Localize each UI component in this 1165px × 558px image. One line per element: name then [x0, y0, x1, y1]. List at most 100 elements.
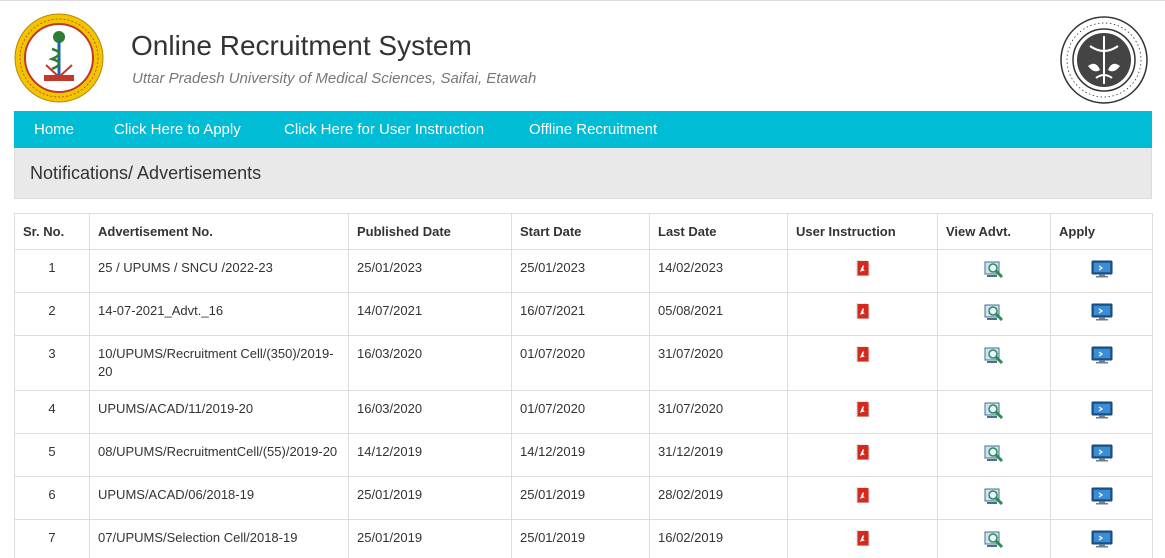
pdf-icon[interactable] [856, 487, 870, 503]
cell-apply [1050, 519, 1153, 558]
apply-monitor-icon[interactable] [1091, 401, 1113, 419]
notifications-panel-heading: Notifications/ Advertisements [14, 148, 1152, 199]
cell-sr-no: 5 [14, 433, 90, 477]
header-published-date: Published Date [348, 213, 512, 250]
nav-home[interactable]: Home [34, 111, 74, 148]
apply-monitor-icon[interactable] [1091, 346, 1113, 364]
cell-user-instruction [787, 476, 938, 520]
view-advt-icon[interactable] [984, 488, 1004, 506]
cell-advertisement-no: 08/UPUMS/RecruitmentCell/(55)/2019-20 [89, 433, 349, 477]
view-advt-icon[interactable] [984, 402, 1004, 420]
cell-last-date: 31/07/2020 [649, 335, 788, 391]
cell-sr-no: 6 [14, 476, 90, 520]
nav-user-instruction[interactable]: Click Here for User Instruction [284, 111, 484, 148]
nav-apply[interactable]: Click Here to Apply [114, 111, 241, 148]
cell-sr-no: 4 [14, 390, 90, 434]
cell-published-date: 14/07/2021 [348, 292, 512, 336]
cell-published-date: 16/03/2020 [348, 335, 512, 391]
table-row: 1 25 / UPUMS / SNCU /2022-23 25/01/2023 25/… [14, 249, 1153, 293]
header-last-date: Last Date [649, 213, 788, 250]
header-advertisement-no: Advertisement No. [89, 213, 349, 250]
cell-view-advt [937, 249, 1051, 293]
cell-user-instruction [787, 335, 938, 391]
table-row: 7 07/UPUMS/Selection Cell/2018-19 25/01/20… [14, 519, 1153, 558]
apply-monitor-icon[interactable] [1091, 303, 1113, 321]
cell-start-date: 25/01/2019 [511, 476, 650, 520]
cell-apply [1050, 335, 1153, 391]
header-start-date: Start Date [511, 213, 650, 250]
nav-offline-recruitment[interactable]: Offline Recruitment [529, 111, 657, 148]
up-government-emblem-icon [1060, 16, 1148, 104]
cell-last-date: 28/02/2019 [649, 476, 788, 520]
cell-view-advt [937, 476, 1051, 520]
pdf-icon[interactable] [856, 530, 870, 546]
cell-apply [1050, 292, 1153, 336]
header-user-instruction: User Instruction [787, 213, 938, 250]
cell-published-date: 16/03/2020 [348, 390, 512, 434]
cell-user-instruction [787, 519, 938, 558]
cell-advertisement-no: UPUMS/ACAD/11/2019-20 [89, 390, 349, 434]
panel-title: Notifications/ Advertisements [30, 163, 262, 183]
cell-sr-no: 2 [14, 292, 90, 336]
header-sr-no: Sr. No. [14, 213, 90, 250]
cell-start-date: 16/07/2021 [511, 292, 650, 336]
apply-monitor-icon[interactable] [1091, 487, 1113, 505]
cell-last-date: 16/02/2019 [649, 519, 788, 558]
cell-last-date: 14/02/2023 [649, 249, 788, 293]
cell-start-date: 25/01/2023 [511, 249, 650, 293]
cell-sr-no: 7 [14, 519, 90, 558]
cell-view-advt [937, 292, 1051, 336]
cell-published-date: 25/01/2019 [348, 519, 512, 558]
cell-last-date: 05/08/2021 [649, 292, 788, 336]
cell-last-date: 31/07/2020 [649, 390, 788, 434]
header-apply: Apply [1050, 213, 1153, 250]
cell-advertisement-no: 25 / UPUMS / SNCU /2022-23 [89, 249, 349, 293]
apply-monitor-icon[interactable] [1091, 444, 1113, 462]
table-row: 6 UPUMS/ACAD/06/2018-19 25/01/2019 25/01/20… [14, 476, 1153, 520]
view-advt-icon[interactable] [984, 531, 1004, 549]
cell-apply [1050, 433, 1153, 477]
pdf-icon[interactable] [856, 346, 870, 362]
view-advt-icon[interactable] [984, 347, 1004, 365]
cell-start-date: 01/07/2020 [511, 390, 650, 434]
site-header: Online Recruitment System Uttar Pradesh … [0, 0, 1165, 110]
cell-advertisement-no: 07/UPUMS/Selection Cell/2018-19 [89, 519, 349, 558]
cell-sr-no: 3 [14, 335, 90, 391]
cell-published-date: 25/01/2023 [348, 249, 512, 293]
university-seal-icon [14, 13, 104, 103]
view-advt-icon[interactable] [984, 304, 1004, 322]
cell-view-advt [937, 335, 1051, 391]
cell-last-date: 31/12/2019 [649, 433, 788, 477]
cell-user-instruction [787, 390, 938, 434]
table-row: 5 08/UPUMS/RecruitmentCell/(55)/2019-20 14… [14, 433, 1153, 477]
table-row: 2 14-07-2021_Advt._16 14/07/2021 16/07/2021… [14, 292, 1153, 336]
view-advt-icon[interactable] [984, 445, 1004, 463]
table-row: 3 10/UPUMS/Recruitment Cell/(350)/2019-20… [14, 335, 1153, 391]
apply-monitor-icon[interactable] [1091, 260, 1113, 278]
cell-advertisement-no: UPUMS/ACAD/06/2018-19 [89, 476, 349, 520]
cell-sr-no: 1 [14, 249, 90, 293]
main-navbar: Home Click Here to Apply Click Here for … [14, 111, 1152, 148]
cell-apply [1050, 390, 1153, 434]
pdf-icon[interactable] [856, 260, 870, 276]
cell-user-instruction [787, 433, 938, 477]
pdf-icon[interactable] [856, 444, 870, 460]
advertisements-table: Sr. No. Advertisement No. Published Date… [14, 213, 1153, 558]
table-header-row: Sr. No. Advertisement No. Published Date… [14, 213, 1153, 250]
table-row: 4 UPUMS/ACAD/11/2019-20 16/03/2020 01/07/20… [14, 390, 1153, 434]
cell-view-advt [937, 519, 1051, 558]
cell-advertisement-no: 10/UPUMS/Recruitment Cell/(350)/2019-20 [89, 335, 349, 391]
cell-start-date: 25/01/2019 [511, 519, 650, 558]
cell-user-instruction [787, 292, 938, 336]
cell-view-advt [937, 390, 1051, 434]
cell-user-instruction [787, 249, 938, 293]
cell-start-date: 14/12/2019 [511, 433, 650, 477]
apply-monitor-icon[interactable] [1091, 530, 1113, 548]
pdf-icon[interactable] [856, 401, 870, 417]
view-advt-icon[interactable] [984, 261, 1004, 279]
table-body: 1 25 / UPUMS / SNCU /2022-23 25/01/2023 25/… [14, 249, 1153, 558]
cell-start-date: 01/07/2020 [511, 335, 650, 391]
cell-published-date: 14/12/2019 [348, 433, 512, 477]
pdf-icon[interactable] [856, 303, 870, 319]
site-subtitle: Uttar Pradesh University of Medical Scie… [132, 70, 537, 87]
